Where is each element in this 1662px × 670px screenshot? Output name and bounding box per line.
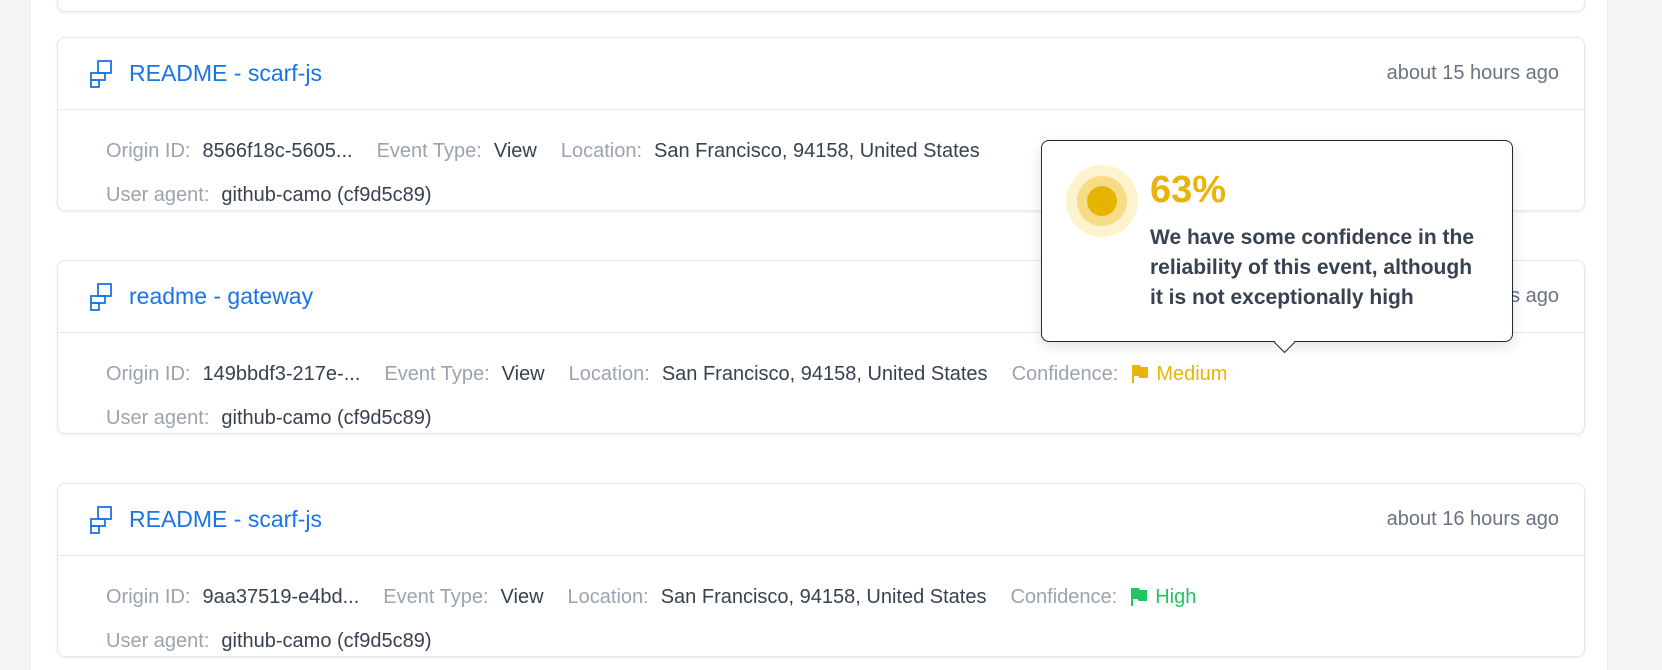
confidence-label: Confidence:	[1011, 362, 1119, 385]
confidence-description: We have some confidence in the reliabili…	[1150, 226, 1475, 309]
origin-id-value: 8566f18c-5605...	[202, 139, 353, 162]
event-card-previous	[57, 0, 1585, 12]
user-agent-value: github-camo (cf9d5c89)	[221, 406, 432, 429]
user-agent-label: User agent:	[106, 629, 210, 652]
user-agent-label: User agent:	[106, 406, 210, 429]
flag-icon	[1132, 365, 1149, 383]
event-type-label: Event Type:	[376, 139, 482, 162]
origin-id-value: 9aa37519-e4bd...	[202, 585, 360, 608]
event-type-label: Event Type:	[383, 585, 489, 608]
flag-icon	[1131, 588, 1148, 606]
origin-id-label: Origin ID:	[106, 139, 191, 162]
event-timestamp: about 16 hours ago	[1386, 508, 1559, 530]
origin-id-value: 149bbdf3-217e-...	[202, 362, 361, 385]
location-value: San Francisco, 94158, United States	[660, 585, 987, 608]
user-agent-label: User agent:	[106, 183, 210, 206]
location-value: San Francisco, 94158, United States	[654, 139, 980, 162]
event-title-link[interactable]: readme - gateway	[129, 283, 313, 310]
confidence-badge-high[interactable]: High	[1129, 586, 1196, 609]
confidence-percent: 63%	[1150, 169, 1227, 211]
location-value: San Francisco, 94158, United States	[661, 362, 988, 385]
confidence-value: High	[1155, 585, 1197, 608]
event-details-row: Origin ID: 149bbdf3-217e-... Event Type:…	[106, 359, 1536, 389]
origin-id-label: Origin ID:	[106, 585, 191, 608]
package-icon	[89, 505, 115, 535]
user-agent-value: github-camo (cf9d5c89)	[221, 183, 432, 206]
events-list: README - scarf-js about 15 hours ago Ori…	[30, 0, 1608, 670]
event-card-header: README - scarf-js about 15 hours ago	[58, 38, 1584, 110]
location-label: Location:	[568, 362, 650, 385]
user-agent-value: github-camo (cf9d5c89)	[221, 629, 432, 652]
confidence-value: Medium	[1156, 362, 1228, 385]
confidence-badge-medium[interactable]: Medium	[1130, 363, 1227, 386]
origin-id-label: Origin ID:	[106, 362, 191, 385]
event-timestamp: about 15 hours ago	[1386, 62, 1559, 84]
event-details-row: User agent: github-camo (cf9d5c89)	[106, 626, 1536, 656]
event-type-value: View	[500, 585, 544, 608]
confidence-label: Confidence:	[1010, 585, 1118, 608]
event-type-label: Event Type:	[384, 362, 490, 385]
package-icon	[89, 59, 115, 89]
location-label: Location:	[567, 585, 649, 608]
event-details: Origin ID: 9aa37519-e4bd... Event Type: …	[58, 556, 1584, 656]
event-details: Origin ID: 149bbdf3-217e-... Event Type:…	[58, 333, 1584, 433]
location-label: Location:	[560, 139, 643, 162]
event-details-row: User agent: github-camo (cf9d5c89)	[106, 403, 1536, 433]
confidence-gauge-icon	[1066, 165, 1138, 237]
event-title-link[interactable]: README - scarf-js	[129, 60, 322, 87]
event-card: README - scarf-js about 16 hours ago Ori…	[57, 483, 1585, 657]
event-card-header: README - scarf-js about 16 hours ago	[58, 484, 1584, 556]
event-title-link[interactable]: README - scarf-js	[129, 506, 322, 533]
event-details-row: Origin ID: 9aa37519-e4bd... Event Type: …	[106, 582, 1536, 612]
event-type-value: View	[493, 139, 537, 162]
package-icon	[89, 282, 115, 312]
confidence-tooltip: 63% We have some confidence in the relia…	[1041, 140, 1513, 342]
event-type-value: View	[501, 362, 545, 385]
